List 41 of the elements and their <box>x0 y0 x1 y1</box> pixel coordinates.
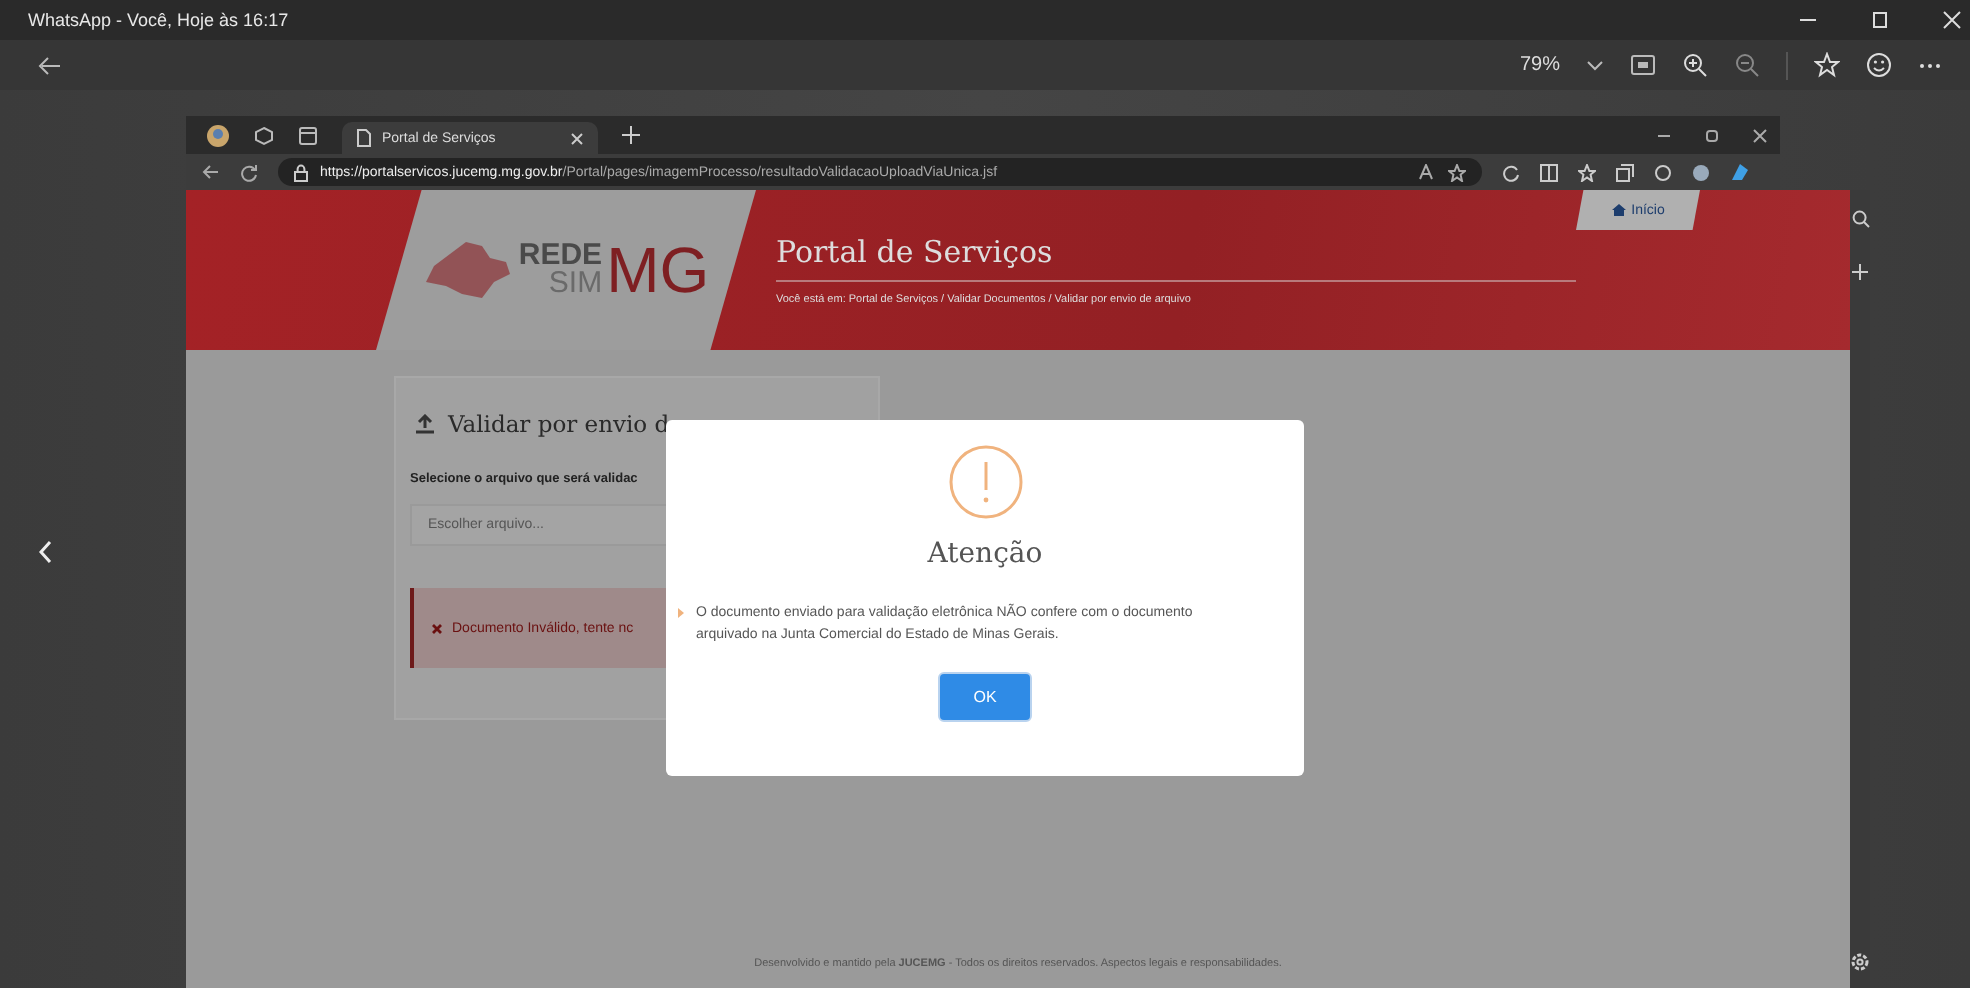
zoom-out-icon[interactable] <box>1734 52 1760 78</box>
refresh-page-icon[interactable] <box>1502 163 1520 181</box>
warning-icon <box>947 444 1023 520</box>
fit-icon[interactable] <box>1630 54 1656 76</box>
portal-title: Portal de Serviços <box>776 234 1576 282</box>
search-icon[interactable] <box>1851 210 1869 228</box>
lock-icon <box>294 163 308 181</box>
read-aloud-icon[interactable] <box>1418 164 1436 180</box>
profile-icon[interactable] <box>206 123 230 147</box>
collections-icon[interactable] <box>1616 163 1634 181</box>
refresh-icon[interactable] <box>240 163 258 181</box>
settings-icon[interactable] <box>1850 952 1870 972</box>
cross-icon <box>432 623 442 633</box>
map-icon <box>422 238 515 302</box>
bullet-icon <box>678 608 684 618</box>
home-icon <box>1611 204 1626 216</box>
plus-icon[interactable] <box>1852 264 1868 280</box>
new-tab-icon[interactable] <box>622 126 640 144</box>
split-screen-icon[interactable] <box>1540 163 1558 181</box>
tab-actions-icon[interactable] <box>298 125 318 145</box>
restore-icon[interactable] <box>1704 127 1720 143</box>
back-arrow-icon[interactable] <box>38 55 62 75</box>
workspaces-icon[interactable] <box>254 125 274 145</box>
smiley-icon[interactable] <box>1866 52 1892 78</box>
profile-icon[interactable] <box>1692 163 1710 181</box>
logo-text: REDE <box>518 241 603 270</box>
back-arrow-icon[interactable] <box>202 164 220 180</box>
close-tab-icon[interactable] <box>570 131 584 145</box>
page-icon <box>356 128 372 148</box>
close-icon[interactable] <box>1752 127 1768 143</box>
zoom-level[interactable]: 79% <box>1519 54 1560 76</box>
ok-button[interactable]: OK <box>938 672 1032 723</box>
window-title: WhatsApp - Você, Hoje às 16:17 <box>28 10 289 30</box>
more-icon[interactable] <box>1918 61 1942 69</box>
logo-text: MG <box>606 233 710 307</box>
zoom-in-icon[interactable] <box>1682 52 1708 78</box>
chevron-down-icon[interactable] <box>1586 59 1604 71</box>
upload-icon <box>414 413 436 435</box>
dialog-title: Atenção <box>927 538 1043 570</box>
favorites-icon[interactable] <box>1578 163 1596 181</box>
star-icon[interactable] <box>1448 163 1466 181</box>
